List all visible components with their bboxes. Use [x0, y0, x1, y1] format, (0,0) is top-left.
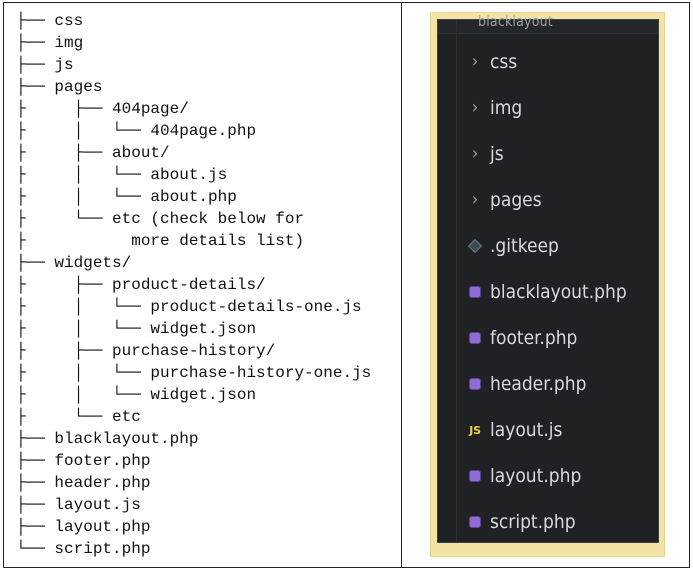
tree-line: ├── footer.php — [16, 452, 151, 470]
tree-line: └── script.php — [16, 540, 151, 558]
php-file-icon — [466, 329, 484, 347]
explorer-folder-img[interactable]: › img — [466, 94, 523, 122]
tree-line: ├ │ └── 404page.php — [16, 122, 257, 140]
explorer-folder-js[interactable]: › js — [466, 140, 504, 168]
chevron-right-icon: › — [471, 50, 479, 72]
php-file-icon — [466, 467, 484, 485]
gitkeep-icon — [466, 237, 484, 255]
chevron-right-icon: › — [471, 188, 479, 210]
explorer-file-footer-php[interactable]: footer.php — [466, 324, 577, 352]
tree-line: ├ ├── 404page/ — [16, 100, 189, 118]
explorer-indent-guide — [456, 20, 457, 542]
tree-line: ├ └── etc (check below for — [16, 210, 305, 228]
explorer-file-layout-js[interactable]: JS layout.js — [466, 416, 562, 444]
explorer-item-label: footer.php — [490, 327, 578, 349]
tree-line: ├ ├── about/ — [16, 144, 170, 162]
explorer-screenshot-frame: blacklayout › css › img › js › pages .gi… — [430, 12, 665, 557]
explorer-file-blacklayout-php[interactable]: blacklayout.php — [466, 278, 627, 306]
tree-line: ├ │ └── widget.json — [16, 386, 257, 404]
explorer-item-label: css — [490, 51, 518, 73]
php-file-icon — [466, 513, 484, 531]
js-file-icon: JS — [469, 423, 481, 437]
tree-line: ├ │ └── about.js — [16, 166, 228, 184]
tree-line: ├ │ └── product-details-one.js — [16, 298, 362, 316]
tree-line: ├── js — [16, 56, 74, 74]
tree-line: ├── img — [16, 34, 84, 52]
explorer-panel: blacklayout › css › img › js › pages .gi… — [437, 14, 659, 543]
explorer-item-label: blacklayout.php — [490, 281, 627, 303]
explorer-top-clipped-row: blacklayout — [438, 14, 658, 34]
explorer-file-script-php[interactable]: script.php — [466, 508, 576, 536]
tree-line: ├ │ └── purchase-history-one.js — [16, 364, 372, 382]
chevron-right-icon: › — [471, 96, 479, 118]
explorer-file-layout-php[interactable]: layout.php — [466, 462, 581, 490]
explorer-clipped-label: blacklayout — [478, 14, 553, 30]
php-file-icon — [466, 375, 484, 393]
tree-line: ├ │ └── widget.json — [16, 320, 257, 338]
tree-line: ├ ├── purchase-history/ — [16, 342, 276, 360]
directory-tree: ├── css ├── img ├── js ├── pages ├ ├── 4… — [16, 10, 396, 560]
explorer-item-label: header.php — [490, 373, 587, 395]
tree-line: ├── layout.js — [16, 496, 141, 514]
column-divider — [401, 3, 402, 567]
php-file-icon — [466, 283, 484, 301]
tree-line: ├── layout.php — [16, 518, 151, 536]
explorer-item-label: img — [490, 97, 523, 119]
explorer-item-label: pages — [490, 189, 542, 211]
comparison-frame: ├── css ├── img ├── js ├── pages ├ ├── 4… — [3, 2, 690, 568]
explorer-item-label: script.php — [490, 511, 576, 533]
tree-line: ├ more details list) — [16, 232, 305, 250]
tree-line: ├── header.php — [16, 474, 151, 492]
tree-line: ├ │ └── about.php — [16, 188, 237, 206]
tree-line: ├── widgets/ — [16, 254, 132, 272]
tree-line: ├── css — [16, 12, 84, 30]
tree-line: ├── blacklayout.php — [16, 430, 199, 448]
explorer-item-label: js — [490, 143, 504, 165]
tree-line: ├── pages — [16, 78, 103, 96]
explorer-file-gitkeep[interactable]: .gitkeep — [466, 232, 559, 260]
tree-line: ├ ├── product-details/ — [16, 276, 266, 294]
explorer-file-header-php[interactable]: header.php — [466, 370, 586, 398]
explorer-item-label: .gitkeep — [490, 235, 559, 257]
tree-line: ├ └── etc — [16, 408, 141, 426]
explorer-item-label: layout.php — [490, 465, 582, 487]
explorer-folder-pages[interactable]: › pages — [466, 186, 542, 214]
explorer-folder-css[interactable]: › css — [466, 48, 517, 76]
explorer-item-label: layout.js — [490, 419, 563, 441]
chevron-right-icon: › — [471, 142, 479, 164]
